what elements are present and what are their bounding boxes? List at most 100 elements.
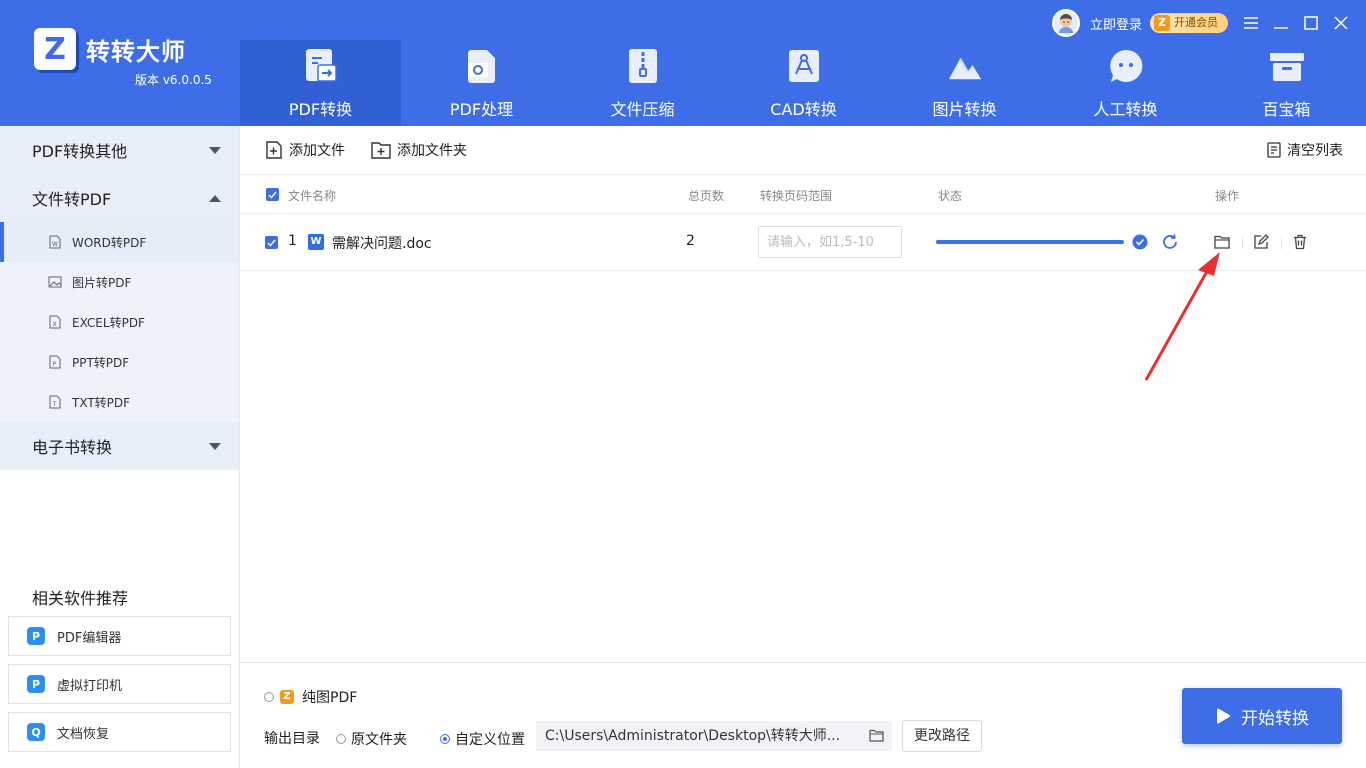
menu-icon[interactable] bbox=[1236, 12, 1266, 34]
main-panel: 添加文件 添加文件夹 清空列表 文件名称 总页数 转换页码范围 状态 操作 1 … bbox=[240, 126, 1366, 768]
output-path-field[interactable]: C:\Users\Administrator\Desktop\转转大师... bbox=[536, 721, 892, 751]
original-folder-radio[interactable] bbox=[336, 734, 346, 744]
original-folder-label: 原文件夹 bbox=[351, 732, 407, 748]
toolbar: 添加文件 添加文件夹 清空列表 bbox=[240, 126, 1366, 174]
related-label: 文档恢复 bbox=[57, 726, 110, 742]
start-convert-button[interactable]: 开始转换 bbox=[1182, 688, 1342, 744]
tab-file-compress[interactable]: 文件压缩 bbox=[562, 40, 723, 126]
pure-image-pdf-option[interactable]: Z 纯图PDF bbox=[264, 687, 357, 707]
maximize-icon[interactable] bbox=[1296, 12, 1326, 34]
tab-cad-convert[interactable]: CAD转换 bbox=[723, 40, 884, 126]
table-header: 文件名称 总页数 转换页码范围 状态 操作 bbox=[240, 174, 1366, 214]
header-ops: 操作 bbox=[1215, 189, 1240, 203]
related-virtual-printer-button[interactable]: P 虚拟打印机 bbox=[8, 664, 231, 704]
image-icon bbox=[48, 275, 62, 289]
close-icon[interactable] bbox=[1326, 12, 1356, 34]
chevron-down-icon bbox=[209, 442, 221, 450]
excel-icon: X bbox=[48, 315, 62, 329]
header-status: 状态 bbox=[938, 189, 963, 203]
user-area: 立即登录 Z 开通会员 bbox=[1052, 9, 1229, 37]
tab-label: CAD转换 bbox=[770, 100, 837, 119]
progress-fill bbox=[936, 240, 1124, 244]
vip-label: 开通会员 bbox=[1174, 16, 1219, 29]
header-filename: 文件名称 bbox=[288, 189, 337, 203]
related-software-title: 相关软件推荐 bbox=[32, 589, 129, 608]
related-label: PDF编辑器 bbox=[57, 630, 122, 646]
sidebar-cat-pdf-to-other[interactable]: PDF转换其他 bbox=[0, 126, 239, 174]
vip-button[interactable]: Z 开通会员 bbox=[1150, 13, 1229, 33]
ppt-icon: P bbox=[48, 355, 62, 369]
login-link[interactable]: 立即登录 bbox=[1090, 14, 1142, 33]
txt-icon: T bbox=[48, 395, 62, 409]
sidebar-item-txt-to-pdf[interactable]: T TXT转PDF bbox=[0, 382, 239, 422]
pure-image-pdf-radio[interactable] bbox=[264, 692, 274, 702]
minimize-icon[interactable] bbox=[1266, 12, 1296, 34]
word-file-icon: W bbox=[308, 234, 324, 250]
row-pages: 2 bbox=[686, 233, 695, 249]
progress-bar bbox=[936, 240, 1124, 244]
add-file-button[interactable]: 添加文件 bbox=[265, 140, 345, 160]
clear-list-icon bbox=[1267, 142, 1281, 158]
tab-pdf-process[interactable]: PDF处理 bbox=[401, 40, 562, 126]
add-folder-button[interactable]: 添加文件夹 bbox=[371, 140, 467, 160]
toolbox-icon bbox=[1269, 48, 1305, 84]
image-icon bbox=[947, 48, 983, 84]
app-name: 转转大师 bbox=[86, 37, 186, 66]
sidebar-item-ppt-to-pdf[interactable]: P PPT转PDF bbox=[0, 342, 239, 382]
app-window: Z 转转大师 版本 v6.0.0.5 PDF转换 PDF处理 文件压缩 CAD转… bbox=[0, 0, 1366, 768]
header-range: 转换页码范围 bbox=[760, 189, 833, 203]
related-label: 虚拟打印机 bbox=[57, 678, 123, 694]
sidebar-item-label: WORD转PDF bbox=[72, 235, 147, 250]
play-icon bbox=[1216, 708, 1231, 724]
folder-icon bbox=[869, 729, 884, 742]
sidebar: PDF转换其他 文件转PDF W WORD转PDF 图片转PDF X EXCEL… bbox=[0, 126, 240, 768]
clear-list-label: 清空列表 bbox=[1287, 143, 1343, 159]
logo-mark: Z bbox=[34, 28, 76, 70]
svg-text:X: X bbox=[53, 321, 57, 328]
clear-list-button[interactable]: 清空列表 bbox=[1267, 140, 1343, 160]
avatar-icon[interactable] bbox=[1052, 9, 1080, 37]
annotation-arrow bbox=[1144, 252, 1220, 381]
chevron-up-icon bbox=[209, 194, 221, 202]
printer-icon: P bbox=[27, 675, 45, 693]
add-file-label: 添加文件 bbox=[289, 143, 345, 159]
edit-icon[interactable] bbox=[1251, 232, 1271, 252]
chevron-down-icon bbox=[209, 146, 221, 154]
tab-image-convert[interactable]: 图片转换 bbox=[884, 40, 1045, 126]
sidebar-item-excel-to-pdf[interactable]: X EXCEL转PDF bbox=[0, 302, 239, 342]
sidebar-cat-label: 电子书转换 bbox=[32, 438, 113, 457]
sidebar-item-label: PPT转PDF bbox=[72, 355, 130, 370]
pdf-convert-icon bbox=[303, 48, 339, 84]
row-index: 1 bbox=[288, 233, 297, 249]
related-doc-recovery-button[interactable]: Q 文档恢复 bbox=[8, 712, 231, 752]
sidebar-item-label: EXCEL转PDF bbox=[72, 315, 145, 330]
op-divider bbox=[1281, 237, 1282, 249]
tab-manual-convert[interactable]: 人工转换 bbox=[1045, 40, 1206, 126]
tab-label: 人工转换 bbox=[1093, 100, 1158, 119]
custom-location-radio[interactable] bbox=[440, 734, 450, 744]
output-path: C:\Users\Administrator\Desktop\转转大师... bbox=[545, 728, 841, 744]
trash-icon[interactable] bbox=[1290, 232, 1310, 252]
tab-pdf-convert[interactable]: PDF转换 bbox=[240, 40, 401, 126]
original-folder-option[interactable]: 原文件夹 bbox=[336, 729, 407, 749]
sidebar-subitems: W WORD转PDF 图片转PDF X EXCEL转PDF P PPT转PDF … bbox=[0, 222, 239, 422]
add-file-icon bbox=[266, 141, 282, 159]
sidebar-cat-ebook[interactable]: 电子书转换 bbox=[0, 422, 239, 470]
change-path-button[interactable]: 更改路径 bbox=[902, 720, 982, 752]
page-range-input[interactable] bbox=[758, 226, 902, 258]
related-pdf-editor-button[interactable]: P PDF编辑器 bbox=[8, 616, 231, 656]
window-controls bbox=[1236, 12, 1356, 34]
add-folder-label: 添加文件夹 bbox=[397, 143, 467, 159]
output-dir-label: 输出目录 bbox=[264, 731, 320, 747]
row-checkbox[interactable] bbox=[265, 236, 278, 249]
header: Z 转转大师 版本 v6.0.0.5 PDF转换 PDF处理 文件压缩 CAD转… bbox=[0, 0, 1366, 126]
word-icon: W bbox=[48, 235, 62, 249]
custom-location-option[interactable]: 自定义位置 bbox=[440, 729, 525, 749]
sidebar-cat-file-to-pdf[interactable]: 文件转PDF bbox=[0, 174, 239, 222]
vip-logo-icon: Z bbox=[1154, 15, 1171, 31]
sidebar-item-word-to-pdf[interactable]: W WORD转PDF bbox=[0, 222, 239, 262]
select-all-checkbox[interactable] bbox=[266, 188, 279, 201]
tab-label: PDF处理 bbox=[449, 100, 514, 119]
tab-toolbox[interactable]: 百宝箱 bbox=[1206, 40, 1366, 126]
sidebar-item-image-to-pdf[interactable]: 图片转PDF bbox=[0, 262, 239, 302]
